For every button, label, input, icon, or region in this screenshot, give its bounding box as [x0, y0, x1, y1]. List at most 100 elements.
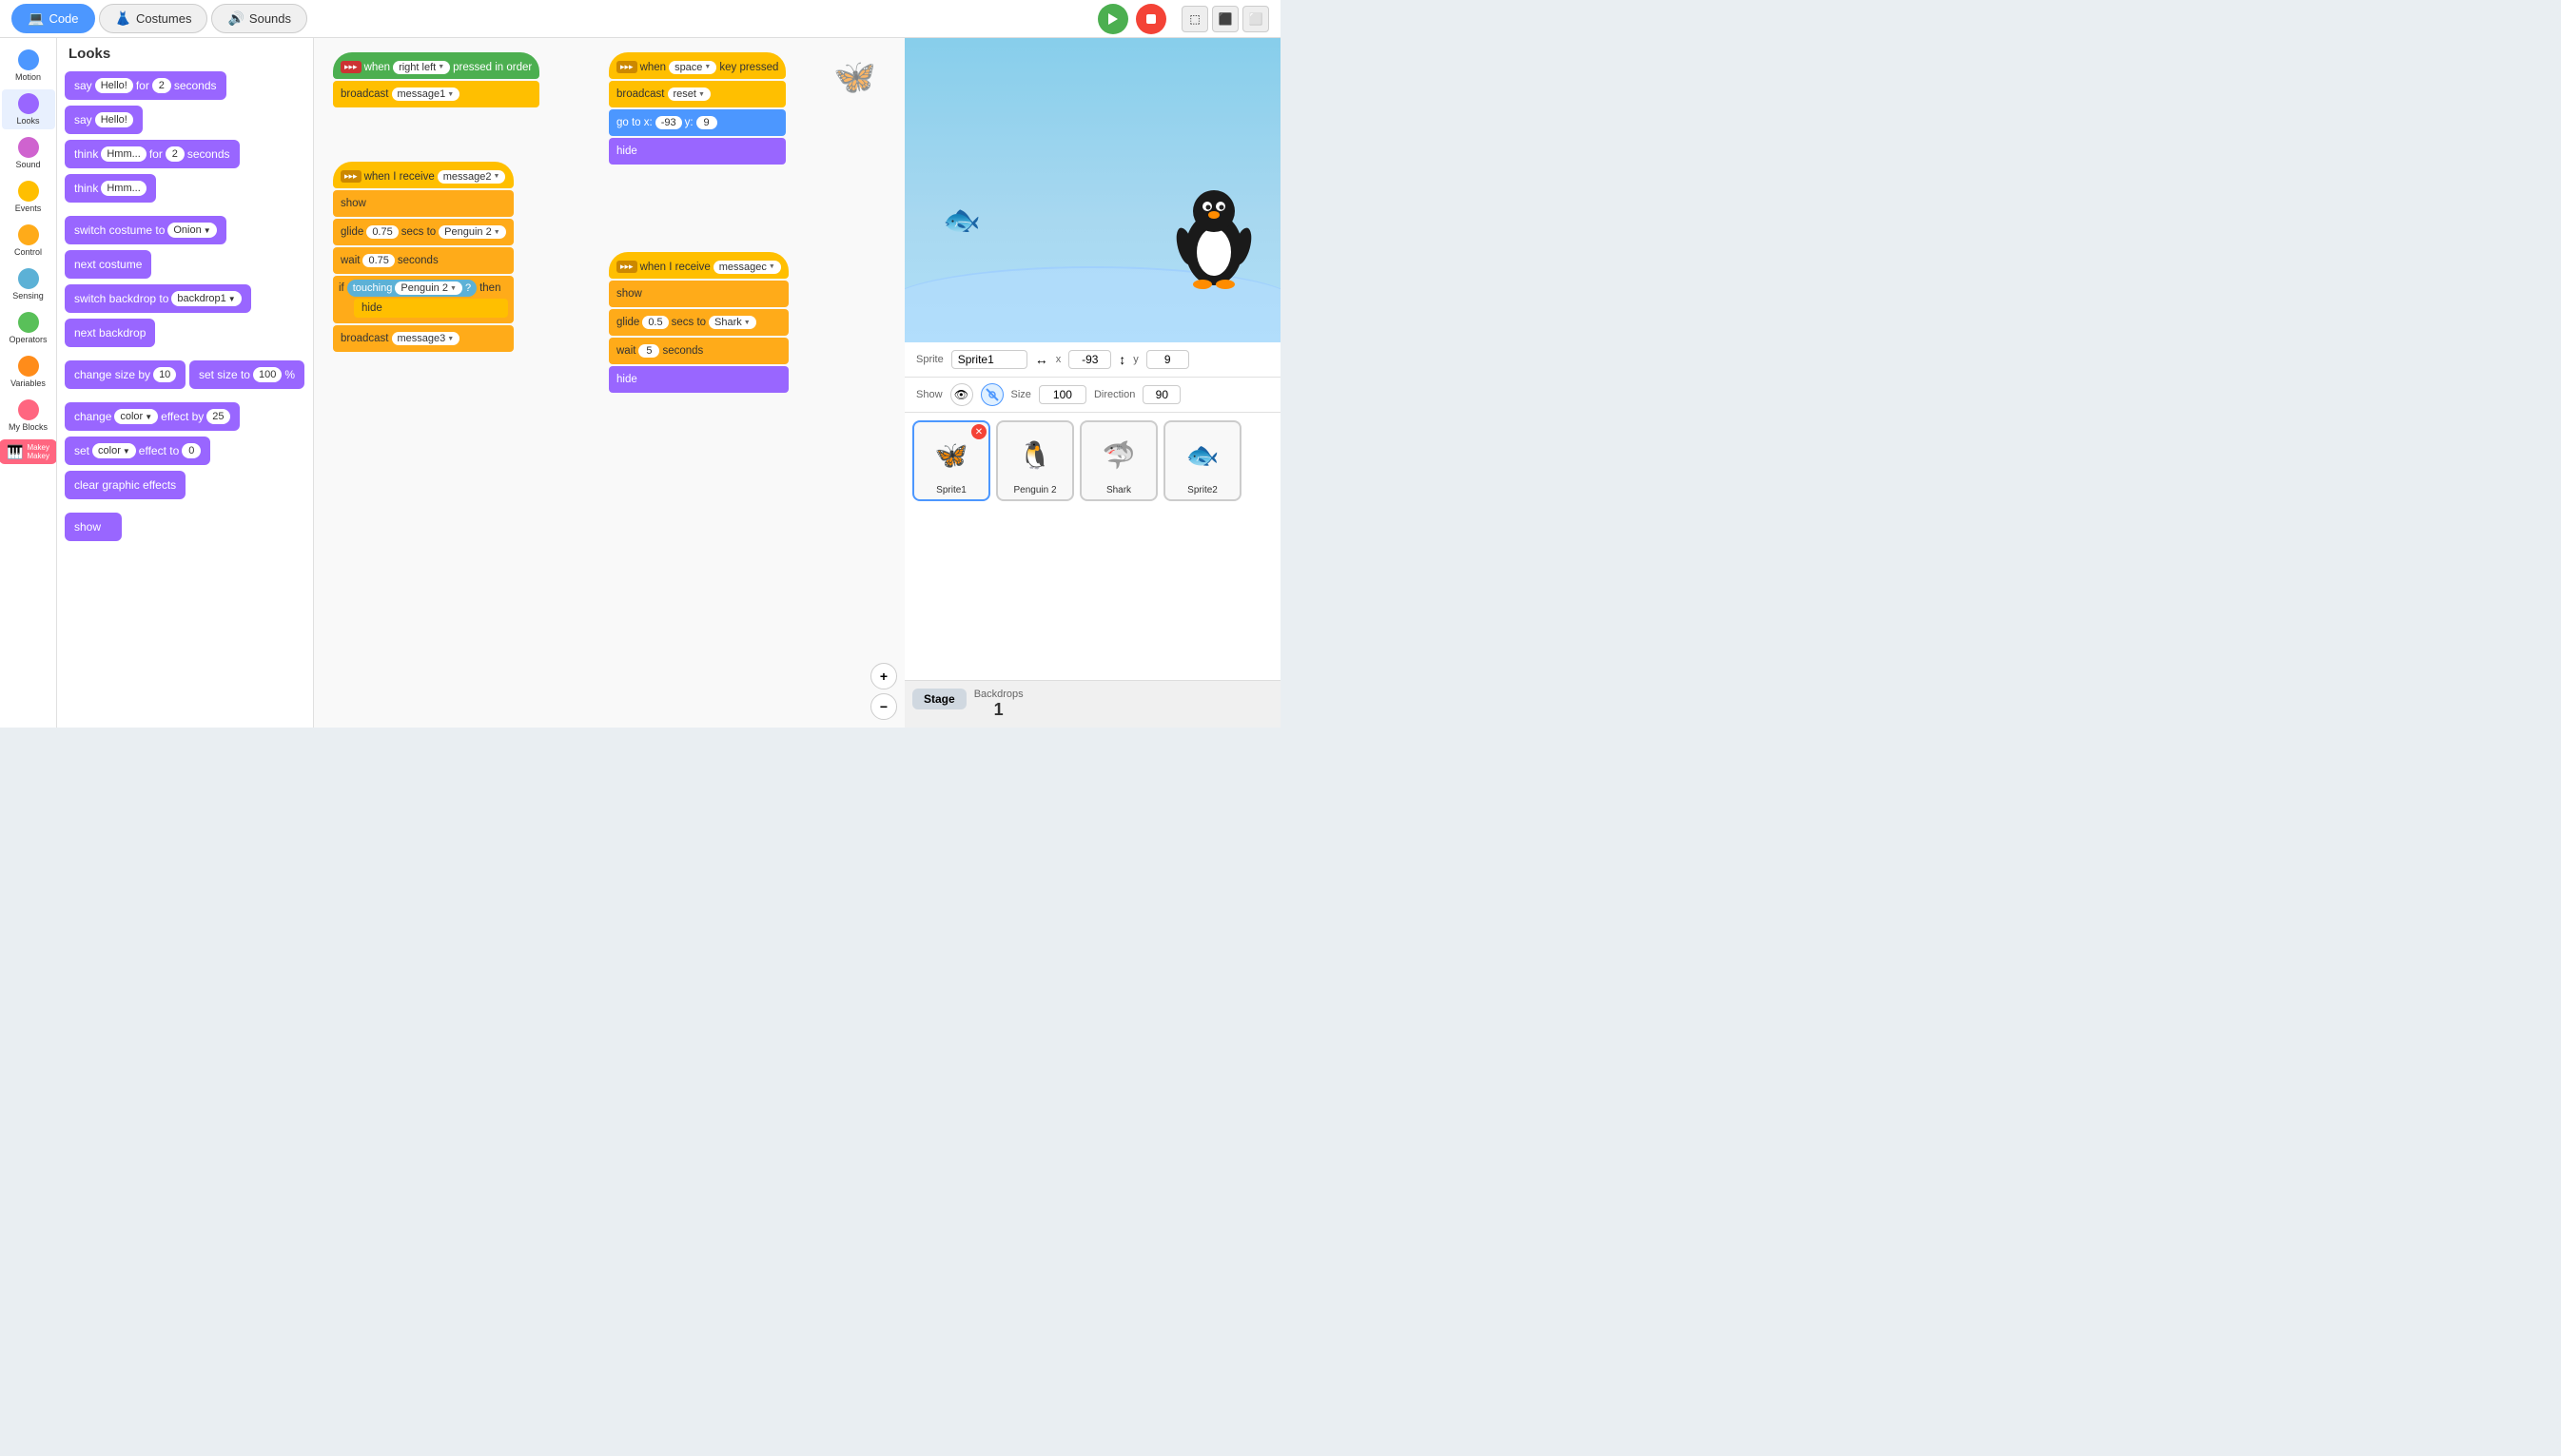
- size-change-input[interactable]: 10: [153, 367, 176, 382]
- sprite-name-input[interactable]: [951, 350, 1027, 369]
- stop-button[interactable]: [1136, 4, 1166, 34]
- block-switch-costume[interactable]: switch costume to Onion: [65, 216, 226, 244]
- effect2-amount-input[interactable]: 0: [182, 443, 201, 458]
- flag-icon: [1105, 11, 1121, 27]
- block-say-for[interactable]: say Hello! for 2 seconds: [65, 71, 226, 100]
- block-change-effect[interactable]: change color effect by 25: [65, 402, 240, 431]
- sidebar-item-variables[interactable]: Variables: [2, 352, 55, 392]
- broadcast2-dropdown[interactable]: message3: [392, 332, 460, 345]
- layout-btn-1[interactable]: ⬚: [1182, 6, 1208, 32]
- script-area[interactable]: ▸▸▸ when right left pressed in order bro…: [314, 38, 905, 728]
- x-value-input[interactable]: [1068, 350, 1111, 369]
- sidebar-item-events[interactable]: Events: [2, 177, 55, 217]
- sidebar-item-myblocks[interactable]: My Blocks: [2, 396, 55, 436]
- block-change-size[interactable]: change size by 10: [65, 360, 186, 389]
- glide-block-4[interactable]: glide 0.5 secs to Shark: [609, 309, 789, 336]
- y-value-input[interactable]: [1146, 350, 1189, 369]
- hat-block-space[interactable]: ▸▸▸ when space key pressed: [609, 52, 786, 79]
- wait4-duration[interactable]: 5: [638, 344, 659, 358]
- block-think-for[interactable]: think Hmm... for 2 seconds: [65, 140, 240, 168]
- costume-dropdown[interactable]: Onion: [167, 223, 216, 238]
- sidebar-item-makey[interactable]: 🎹 Makey Makey: [0, 439, 57, 464]
- block-say[interactable]: say Hello!: [65, 106, 143, 134]
- block-set-size[interactable]: set size to 100 %: [189, 360, 304, 389]
- sprite-card-penguin2[interactable]: 🐧 Penguin 2: [996, 420, 1074, 501]
- green-flag-button[interactable]: [1098, 4, 1128, 34]
- block-next-costume[interactable]: next costume: [65, 250, 151, 279]
- delete-sprite1-icon[interactable]: ✕: [971, 424, 987, 439]
- effect-amount-input[interactable]: 25: [206, 409, 229, 424]
- keys-dropdown[interactable]: right left: [393, 61, 450, 74]
- broadcast1-dropdown[interactable]: message1: [392, 87, 460, 101]
- looks-label: Looks: [16, 116, 39, 126]
- sprite-card-shark[interactable]: 🦈 Shark: [1080, 420, 1158, 501]
- wait2-duration[interactable]: 0.75: [362, 254, 394, 267]
- show-visible-icon[interactable]: 👁: [950, 383, 973, 406]
- think-duration-input[interactable]: 2: [166, 146, 185, 162]
- glide2-target[interactable]: Penguin 2: [439, 225, 505, 239]
- sidebar-item-sound[interactable]: Sound: [2, 133, 55, 173]
- sidebar-item-motion[interactable]: Motion: [2, 46, 55, 86]
- show-hidden-icon[interactable]: [981, 383, 1004, 406]
- tab-sounds[interactable]: 🔊 Sounds: [211, 4, 307, 33]
- zoom-in-button[interactable]: +: [870, 663, 897, 689]
- show-block-4[interactable]: show: [609, 281, 789, 307]
- size-value-input[interactable]: [1039, 385, 1086, 404]
- wait-block-4[interactable]: wait 5 seconds: [609, 338, 789, 364]
- direction-value-input[interactable]: [1143, 385, 1181, 404]
- tab-code[interactable]: 💻 Code: [11, 4, 95, 33]
- effect2-type-dropdown[interactable]: color: [92, 443, 136, 458]
- goto-y[interactable]: 9: [696, 116, 717, 129]
- space-key-dropdown[interactable]: space: [669, 61, 716, 74]
- top-right-controls: ⬚ ⬛ ⬜: [1098, 4, 1269, 34]
- sprite-card-sprite2[interactable]: 🐟 Sprite2: [1163, 420, 1241, 501]
- stage-tab-btn[interactable]: Stage: [912, 689, 967, 709]
- glide-block-2[interactable]: glide 0.75 secs to Penguin 2: [333, 219, 514, 245]
- block-switch-backdrop[interactable]: switch backdrop to backdrop1: [65, 284, 251, 313]
- hide-block-inner[interactable]: hide: [354, 299, 508, 318]
- sidebar-item-control[interactable]: Control: [2, 221, 55, 261]
- broadcast-reset-block[interactable]: broadcast reset: [609, 81, 786, 107]
- glide2-secs[interactable]: 0.75: [366, 225, 398, 239]
- backdrop-dropdown[interactable]: backdrop1: [171, 291, 241, 306]
- size-set-input[interactable]: 100: [253, 367, 282, 382]
- think-text-input[interactable]: Hmm...: [101, 146, 146, 162]
- goto-block[interactable]: go to x: -93 y: 9: [609, 109, 786, 136]
- sidebar-item-sensing[interactable]: Sensing: [2, 264, 55, 304]
- block-set-effect[interactable]: set color effect to 0: [65, 437, 210, 465]
- layout-btn-3[interactable]: ⬜: [1242, 6, 1269, 32]
- block-show[interactable]: show: [65, 513, 122, 541]
- effect-type-dropdown[interactable]: color: [114, 409, 158, 424]
- broadcast-block-1[interactable]: broadcast message1: [333, 81, 539, 107]
- say-text-input[interactable]: Hello!: [95, 78, 133, 93]
- hide-block-4[interactable]: hide: [609, 366, 789, 393]
- glide4-target[interactable]: Shark: [709, 316, 756, 329]
- broadcast-block-2[interactable]: broadcast message3: [333, 325, 514, 352]
- show-block-2[interactable]: show: [333, 190, 514, 217]
- block-clear-effects[interactable]: clear graphic effects: [65, 471, 186, 499]
- if-block-2[interactable]: if touching Penguin 2 ? then hide: [333, 276, 514, 323]
- say2-input[interactable]: Hello!: [95, 112, 133, 127]
- receive-c-dropdown[interactable]: messagec: [714, 261, 781, 274]
- hat-block-receive-2[interactable]: ▸▸▸ when I receive message2: [333, 162, 514, 188]
- receive2-dropdown[interactable]: message2: [438, 170, 506, 184]
- tab-costumes[interactable]: 👗 Costumes: [99, 4, 208, 33]
- layout-btn-2[interactable]: ⬛: [1212, 6, 1239, 32]
- broadcast-reset-dropdown[interactable]: reset: [668, 87, 711, 101]
- say-duration-input[interactable]: 2: [152, 78, 171, 93]
- block-next-backdrop[interactable]: next backdrop: [65, 319, 155, 347]
- zoom-out-button[interactable]: −: [870, 693, 897, 720]
- touching-dropdown[interactable]: Penguin 2: [395, 281, 461, 295]
- hat-block-receive-c[interactable]: ▸▸▸ when I receive messagec: [609, 252, 789, 279]
- sidebar-item-looks[interactable]: Looks: [2, 89, 55, 129]
- sidebar-item-operators[interactable]: Operators: [2, 308, 55, 348]
- goto-x[interactable]: -93: [655, 116, 682, 129]
- hide-block-3[interactable]: hide: [609, 138, 786, 165]
- touching-condition[interactable]: touching Penguin 2 ?: [347, 280, 477, 297]
- think2-input[interactable]: Hmm...: [101, 181, 146, 196]
- glide4-secs[interactable]: 0.5: [642, 316, 668, 329]
- sprite-card-sprite1[interactable]: ✕ 🦋 Sprite1: [912, 420, 990, 501]
- block-think[interactable]: think Hmm...: [65, 174, 156, 203]
- wait-block-2[interactable]: wait 0.75 seconds: [333, 247, 514, 274]
- hat-block-when-keys[interactable]: ▸▸▸ when right left pressed in order: [333, 52, 539, 79]
